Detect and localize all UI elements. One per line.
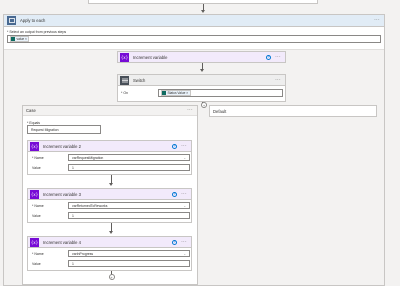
value-field[interactable]: 1 (68, 260, 190, 267)
default-container[interactable]: Default (209, 105, 377, 117)
chevron-down-icon: ⌄ (183, 203, 186, 208)
name-dropdown[interactable]: varReturnedToReworks ⌄ (68, 202, 190, 209)
more-options-icon[interactable]: ··· (275, 54, 281, 60)
more-options-icon[interactable]: ··· (374, 18, 380, 23)
switch-card: Switch ··· * On Status Value × (117, 74, 286, 102)
more-options-icon[interactable]: ··· (187, 108, 193, 113)
increment-variable-4-card: {x} Increment variable 4 ? ··· * Name var… (27, 236, 192, 271)
case-equals-value: Request Migration (31, 127, 59, 132)
name-label: * Name (32, 252, 44, 256)
help-icon[interactable]: ? (266, 54, 272, 60)
help-icon[interactable]: ? (172, 143, 178, 149)
more-options-icon[interactable]: ··· (181, 143, 187, 149)
value-label: Value (32, 262, 41, 266)
value-field[interactable]: 1 (68, 212, 190, 219)
add-case-icon[interactable]: + (201, 102, 207, 108)
loop-icon (7, 16, 16, 25)
switch-on-label: * On (121, 91, 129, 95)
apply-to-each-body: * Select an output from previous steps v… (4, 27, 384, 50)
output-label: * Select an output from previous steps (7, 30, 67, 34)
connector-arrow-icon (108, 183, 113, 186)
output-token-label: value (16, 37, 25, 41)
add-icon[interactable]: + (108, 274, 115, 280)
chevron-down-icon: ⌄ (183, 251, 186, 256)
increment-variable-4-title: Increment variable 4 (43, 239, 81, 245)
apply-to-each-header[interactable]: Apply to each ··· (4, 15, 384, 27)
increment-variable-2-title: Increment variable 2 (43, 143, 81, 149)
name-value: varRequestMigration (72, 155, 104, 160)
value-value: 1 (72, 165, 74, 170)
variable-icon: {x} (30, 237, 39, 247)
connector-arrow-icon (199, 69, 204, 72)
apply-to-each-title: Apply to each (20, 18, 46, 23)
increment-variable-card[interactable]: {x} Increment variable ? ··· (117, 51, 286, 63)
increment-variable-header[interactable]: {x} Increment variable ? ··· (118, 52, 285, 62)
increment-variable-3-title: Increment variable 3 (43, 191, 81, 197)
status-value-token-label: Status Value (167, 91, 186, 95)
name-label: * Name (32, 204, 44, 208)
default-title: Default (213, 108, 227, 114)
value-value: 1 (72, 261, 74, 266)
name-label: * Name (32, 156, 44, 160)
status-value-token[interactable]: Status Value × (160, 90, 191, 96)
value-value: 1 (72, 213, 74, 218)
output-token[interactable]: value × (9, 36, 30, 42)
token-icon (161, 90, 166, 96)
increment-variable-2-card: {x} Increment variable 2 ? ··· * Name var… (27, 140, 192, 175)
more-options-icon[interactable]: ··· (275, 77, 281, 83)
value-label: Value (32, 166, 41, 170)
case-header[interactable]: Case ··· (23, 106, 197, 116)
name-dropdown[interactable]: varInProgress ⌄ (68, 250, 190, 257)
increment-variable-title: Increment variable (133, 54, 168, 60)
help-icon[interactable]: ? (172, 239, 178, 245)
flow-designer-canvas: { "apply_each": { "title": "Apply to eac… (0, 0, 400, 286)
chevron-down-icon: ⌄ (183, 155, 186, 160)
default-header[interactable]: Default (210, 106, 376, 116)
variable-icon: {x} (30, 141, 39, 151)
switch-on-field[interactable]: Status Value × (158, 89, 283, 97)
increment-variable-4-header[interactable]: {x} Increment variable 4 ? ··· (28, 237, 191, 248)
name-value: varReturnedToReworks (72, 203, 108, 208)
more-options-icon[interactable]: ··· (181, 239, 187, 245)
increment-variable-3-header[interactable]: {x} Increment variable 3 ? ··· (28, 189, 191, 200)
name-dropdown[interactable]: varRequestMigration ⌄ (68, 154, 190, 161)
name-value: varInProgress (72, 251, 94, 256)
case-title: Case (26, 108, 36, 113)
token-icon (10, 36, 15, 42)
increment-variable-2-header[interactable]: {x} Increment variable 2 ? ··· (28, 141, 191, 152)
more-options-icon[interactable]: ··· (181, 191, 187, 197)
variable-icon: {x} (120, 52, 129, 62)
switch-header[interactable]: Switch ··· (118, 75, 285, 86)
value-field[interactable]: 1 (68, 164, 190, 171)
output-field[interactable]: value × (7, 35, 381, 43)
help-icon[interactable]: ? (172, 191, 178, 197)
value-label: Value (32, 214, 41, 218)
switch-title: Switch (133, 77, 146, 83)
connector-arrow-icon (108, 231, 113, 234)
switch-icon (120, 75, 129, 85)
connector-arrow-icon (200, 10, 205, 13)
case-equals-field[interactable]: Request Migration (27, 125, 101, 134)
variable-icon: {x} (30, 189, 39, 199)
increment-variable-3-card: {x} Increment variable 3 ? ··· * Name var… (27, 188, 192, 223)
